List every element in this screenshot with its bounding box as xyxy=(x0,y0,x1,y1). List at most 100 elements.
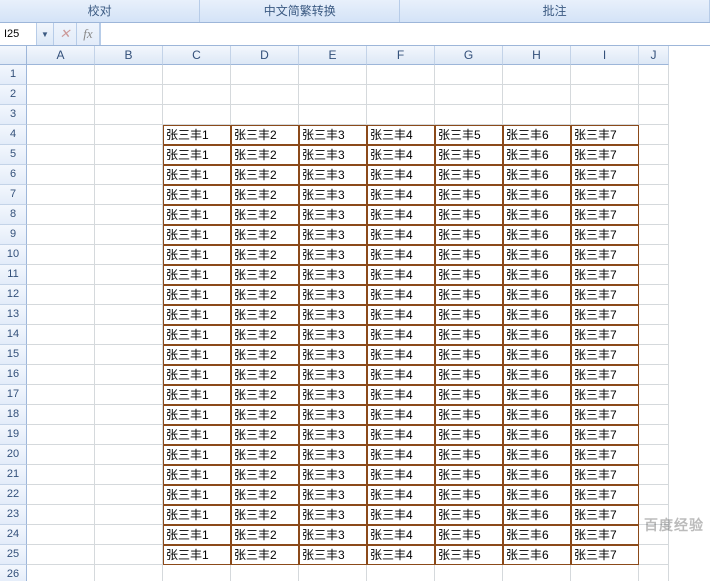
cell-E11[interactable]: 张三丰3 xyxy=(299,265,367,285)
cell-H26[interactable] xyxy=(503,565,571,581)
cell-C5[interactable]: 张三丰1 xyxy=(163,145,231,165)
cell-H24[interactable]: 张三丰6 xyxy=(503,525,571,545)
cell-C9[interactable]: 张三丰1 xyxy=(163,225,231,245)
cell-E5[interactable]: 张三丰3 xyxy=(299,145,367,165)
cell-J26[interactable] xyxy=(639,565,669,581)
cell-G13[interactable]: 张三丰5 xyxy=(435,305,503,325)
cell-F23[interactable]: 张三丰4 xyxy=(367,505,435,525)
cell-E25[interactable]: 张三丰3 xyxy=(299,545,367,565)
cell-H11[interactable]: 张三丰6 xyxy=(503,265,571,285)
cell-J13[interactable] xyxy=(639,305,669,325)
cell-E17[interactable]: 张三丰3 xyxy=(299,385,367,405)
cell-I10[interactable]: 张三丰7 xyxy=(571,245,639,265)
cell-I13[interactable]: 张三丰7 xyxy=(571,305,639,325)
cell-B26[interactable] xyxy=(95,565,163,581)
cell-I5[interactable]: 张三丰7 xyxy=(571,145,639,165)
row-header-4[interactable]: 4 xyxy=(0,125,27,145)
cell-A18[interactable] xyxy=(27,405,95,425)
cell-G22[interactable]: 张三丰5 xyxy=(435,485,503,505)
cell-J18[interactable] xyxy=(639,405,669,425)
cell-E24[interactable]: 张三丰3 xyxy=(299,525,367,545)
cell-I19[interactable]: 张三丰7 xyxy=(571,425,639,445)
ribbon-group-chinese-convert[interactable]: 中文简繁转换 xyxy=(200,0,400,22)
cell-E22[interactable]: 张三丰3 xyxy=(299,485,367,505)
row-header-20[interactable]: 20 xyxy=(0,445,27,465)
cell-G21[interactable]: 张三丰5 xyxy=(435,465,503,485)
cell-I16[interactable]: 张三丰7 xyxy=(571,365,639,385)
column-header-J[interactable]: J xyxy=(639,46,669,65)
cell-C15[interactable]: 张三丰1 xyxy=(163,345,231,365)
row-header-26[interactable]: 26 xyxy=(0,565,27,581)
row-header-13[interactable]: 13 xyxy=(0,305,27,325)
cell-H5[interactable]: 张三丰6 xyxy=(503,145,571,165)
cell-J3[interactable] xyxy=(639,105,669,125)
cell-D13[interactable]: 张三丰2 xyxy=(231,305,299,325)
cell-G14[interactable]: 张三丰5 xyxy=(435,325,503,345)
cell-F7[interactable]: 张三丰4 xyxy=(367,185,435,205)
cell-D4[interactable]: 张三丰2 xyxy=(231,125,299,145)
cell-B8[interactable] xyxy=(95,205,163,225)
cell-A4[interactable] xyxy=(27,125,95,145)
column-header-B[interactable]: B xyxy=(95,46,163,65)
cell-G19[interactable]: 张三丰5 xyxy=(435,425,503,445)
cell-A24[interactable] xyxy=(27,525,95,545)
cell-A2[interactable] xyxy=(27,85,95,105)
cell-I9[interactable]: 张三丰7 xyxy=(571,225,639,245)
cell-D12[interactable]: 张三丰2 xyxy=(231,285,299,305)
cell-E19[interactable]: 张三丰3 xyxy=(299,425,367,445)
cell-C21[interactable]: 张三丰1 xyxy=(163,465,231,485)
cell-G24[interactable]: 张三丰5 xyxy=(435,525,503,545)
row-header-14[interactable]: 14 xyxy=(0,325,27,345)
cell-C2[interactable] xyxy=(163,85,231,105)
cell-F25[interactable]: 张三丰4 xyxy=(367,545,435,565)
cell-I14[interactable]: 张三丰7 xyxy=(571,325,639,345)
cell-F3[interactable] xyxy=(367,105,435,125)
cell-J15[interactable] xyxy=(639,345,669,365)
cell-F11[interactable]: 张三丰4 xyxy=(367,265,435,285)
row-header-3[interactable]: 3 xyxy=(0,105,27,125)
cell-B4[interactable] xyxy=(95,125,163,145)
column-header-C[interactable]: C xyxy=(163,46,231,65)
cell-H18[interactable]: 张三丰6 xyxy=(503,405,571,425)
cell-B9[interactable] xyxy=(95,225,163,245)
row-header-17[interactable]: 17 xyxy=(0,385,27,405)
cell-C18[interactable]: 张三丰1 xyxy=(163,405,231,425)
row-header-7[interactable]: 7 xyxy=(0,185,27,205)
cell-F6[interactable]: 张三丰4 xyxy=(367,165,435,185)
cell-I23[interactable]: 张三丰7 xyxy=(571,505,639,525)
cell-I25[interactable]: 张三丰7 xyxy=(571,545,639,565)
cell-G12[interactable]: 张三丰5 xyxy=(435,285,503,305)
column-header-G[interactable]: G xyxy=(435,46,503,65)
cell-F2[interactable] xyxy=(367,85,435,105)
cell-I22[interactable]: 张三丰7 xyxy=(571,485,639,505)
cell-A8[interactable] xyxy=(27,205,95,225)
select-all-corner[interactable] xyxy=(0,46,27,65)
cell-H7[interactable]: 张三丰6 xyxy=(503,185,571,205)
cell-D1[interactable] xyxy=(231,65,299,85)
cell-B15[interactable] xyxy=(95,345,163,365)
cell-B1[interactable] xyxy=(95,65,163,85)
cell-D8[interactable]: 张三丰2 xyxy=(231,205,299,225)
cell-A26[interactable] xyxy=(27,565,95,581)
cell-F16[interactable]: 张三丰4 xyxy=(367,365,435,385)
row-header-2[interactable]: 2 xyxy=(0,85,27,105)
cell-C3[interactable] xyxy=(163,105,231,125)
cell-G10[interactable]: 张三丰5 xyxy=(435,245,503,265)
cell-A20[interactable] xyxy=(27,445,95,465)
cell-G16[interactable]: 张三丰5 xyxy=(435,365,503,385)
row-header-23[interactable]: 23 xyxy=(0,505,27,525)
column-header-E[interactable]: E xyxy=(299,46,367,65)
cell-C26[interactable] xyxy=(163,565,231,581)
cell-C20[interactable]: 张三丰1 xyxy=(163,445,231,465)
cell-B2[interactable] xyxy=(95,85,163,105)
cell-E3[interactable] xyxy=(299,105,367,125)
row-header-11[interactable]: 11 xyxy=(0,265,27,285)
cell-A25[interactable] xyxy=(27,545,95,565)
cell-J16[interactable] xyxy=(639,365,669,385)
row-header-25[interactable]: 25 xyxy=(0,545,27,565)
cell-A15[interactable] xyxy=(27,345,95,365)
cell-D24[interactable]: 张三丰2 xyxy=(231,525,299,545)
cell-G2[interactable] xyxy=(435,85,503,105)
cell-B21[interactable] xyxy=(95,465,163,485)
cell-A5[interactable] xyxy=(27,145,95,165)
